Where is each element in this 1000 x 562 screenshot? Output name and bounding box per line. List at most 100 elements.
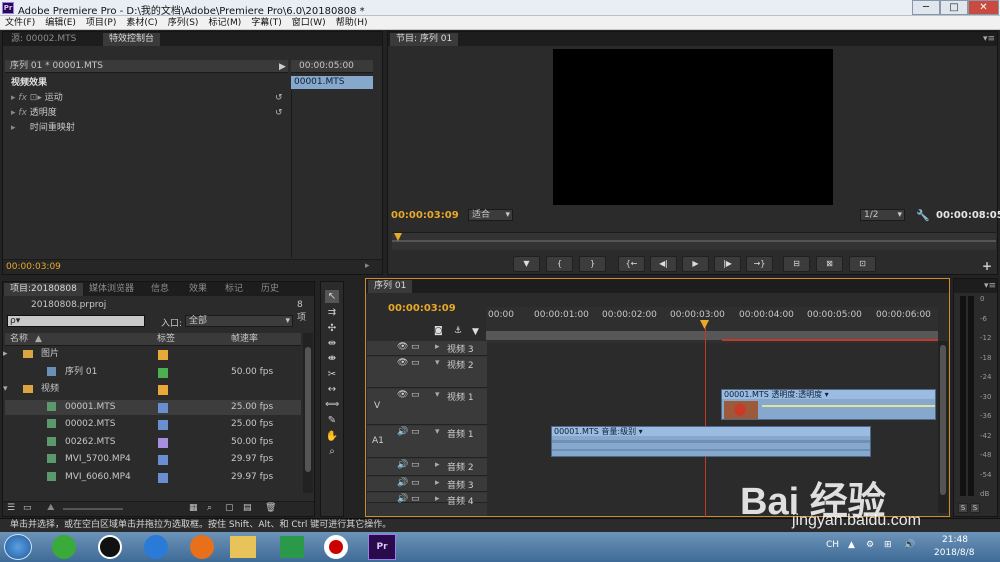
minimize-button[interactable]: ─	[912, 0, 940, 15]
column-fps[interactable]: 帧速率	[231, 333, 258, 346]
timeline-track[interactable]: 🔊 ▭ ▸ 音频 4	[367, 493, 487, 507]
go-to-out-button[interactable]: →}	[746, 256, 773, 272]
pen-tool-icon[interactable]: ✎	[325, 414, 339, 427]
solo-right-button[interactable]: S	[970, 503, 980, 513]
track-lock-icon[interactable]: ▭	[411, 427, 420, 437]
media-player-icon[interactable]	[144, 535, 168, 559]
tab-markers[interactable]: 标记	[219, 283, 249, 296]
timeline-track[interactable]: 🔊 ▭ ▸ 音频 3	[367, 477, 487, 492]
program-timecode[interactable]: 00:00:03:09	[391, 210, 459, 221]
lang-indicator[interactable]: CH	[826, 540, 839, 550]
project-item-row[interactable]: ▸ 图片	[3, 347, 301, 362]
timeline-track[interactable]: 🔊 ▭ ▸ 音频 2	[367, 459, 487, 476]
project-item-row[interactable]: ▾ 视频	[3, 382, 301, 397]
track-visibility-icon[interactable]: 🔊	[397, 478, 408, 488]
find-icon[interactable]: ⌕	[207, 503, 212, 513]
label-color-swatch[interactable]	[158, 420, 168, 430]
panel-menu-icon[interactable]: ▾≡	[984, 281, 996, 291]
project-item-row[interactable]: 00262.MTS 50.00 fps	[5, 435, 301, 450]
slide-tool-icon[interactable]: ⟺	[325, 398, 339, 411]
track-expand-icon[interactable]: ▸	[435, 342, 440, 352]
track-lock-icon[interactable]: ▭	[411, 460, 420, 470]
track-expand-icon[interactable]: ▸	[435, 478, 440, 488]
project-item-row[interactable]: 00002.MTS 25.00 fps	[5, 417, 301, 432]
firefox-icon[interactable]	[190, 535, 214, 559]
entry-dropdown[interactable]: 全部 ▾	[185, 315, 293, 327]
column-label[interactable]: 标签	[157, 333, 175, 346]
track-expand-icon[interactable]: ▾	[435, 427, 440, 437]
hand-tool-icon[interactable]: ✋	[325, 430, 339, 443]
resolution-dropdown[interactable]: 1/2 ▾	[860, 209, 905, 221]
timeline-track[interactable]: 👁 ▭ ▸ 视频 3	[367, 341, 487, 356]
track-visibility-icon[interactable]: 🔊	[397, 460, 408, 470]
app-360-icon[interactable]	[52, 535, 76, 559]
tab-history[interactable]: 历史	[255, 283, 285, 296]
audio-clip[interactable]: 00001.MTS 音量:级别 ▾	[551, 426, 871, 457]
solo-left-button[interactable]: S	[958, 503, 968, 513]
tab-media-browser[interactable]: 媒体浏览器	[83, 283, 140, 296]
scroll-right-icon[interactable]: ▸	[365, 261, 370, 271]
tray-expand-icon[interactable]: ▲	[848, 540, 855, 550]
zoom-slider[interactable]	[63, 508, 123, 510]
track-lock-icon[interactable]: ▭	[411, 342, 420, 352]
label-color-swatch[interactable]	[158, 402, 168, 413]
menu-title[interactable]: 字幕(T)	[246, 16, 287, 30]
tab-program[interactable]: 节目: 序列 01	[390, 33, 459, 46]
track-visibility-icon[interactable]: 🔊	[397, 427, 408, 437]
new-bin-icon[interactable]: ▢	[225, 503, 234, 513]
program-time-ruler[interactable]	[392, 232, 996, 250]
timeline-scrollbar[interactable]	[938, 341, 948, 513]
tab-effect-controls[interactable]: 特效控制台	[103, 33, 161, 46]
zoom-out-icon[interactable]: ⛰	[47, 503, 55, 513]
clock-date[interactable]: 2018/8/8	[934, 548, 974, 558]
track-lock-icon[interactable]: ▭	[411, 494, 420, 504]
wrench-icon[interactable]: 🔧	[916, 209, 930, 222]
file-explorer-icon[interactable]	[230, 536, 256, 558]
track-visibility-icon[interactable]: 👁	[397, 342, 408, 352]
play-button[interactable]: ▶	[682, 256, 709, 272]
app-green-icon[interactable]	[280, 536, 304, 558]
timeline-track[interactable]: 👁 ▭ ▾ 视频 2	[367, 357, 487, 388]
step-back-button[interactable]: ◀|	[650, 256, 677, 272]
track-visibility-icon[interactable]: 👁	[397, 390, 408, 400]
effect-time-remap-row[interactable]: ▸ 时间重映射	[11, 121, 75, 136]
tray-icon[interactable]: ⚙	[866, 540, 874, 550]
razor-tool-icon[interactable]: ✂	[325, 368, 339, 381]
add-marker-button[interactable]: ▼	[513, 256, 540, 272]
video-clip[interactable]: 00001.MTS 透明度:透明度 ▾	[721, 389, 936, 420]
project-item-row[interactable]: 序列 01 50.00 fps	[5, 365, 301, 380]
tab-sequence[interactable]: 序列 01	[368, 280, 413, 293]
tab-effects[interactable]: 效果	[183, 283, 213, 296]
add-button-icon[interactable]: +	[982, 259, 992, 273]
sort-icon[interactable]: ▲	[35, 333, 42, 346]
mark-in-button[interactable]: {	[546, 256, 573, 272]
tab-source[interactable]: 源: 00002.MTS	[5, 33, 82, 46]
network-icon[interactable]: ⊞	[884, 540, 892, 550]
track-visibility-icon[interactable]: 🔊	[397, 494, 408, 504]
slip-tool-icon[interactable]: ↔	[325, 383, 339, 396]
timeline-timecode[interactable]: 00:00:03:09	[388, 303, 456, 314]
track-expand-icon[interactable]: ▸	[435, 460, 440, 470]
label-color-swatch[interactable]	[158, 350, 168, 360]
reset-icon[interactable]: ↺	[275, 106, 283, 121]
automate-icon[interactable]: ▦	[189, 503, 198, 513]
column-name[interactable]: 名称	[10, 333, 28, 346]
go-to-in-button[interactable]: {←	[618, 256, 645, 272]
track-expand-icon[interactable]: ▾	[435, 390, 440, 400]
effect-motion-row[interactable]: ▸ fx ⊡▸ 运动 ↺	[11, 91, 289, 106]
premiere-taskbar-icon[interactable]: Pr	[368, 534, 396, 560]
export-frame-button[interactable]: ⊡	[849, 256, 876, 272]
project-scrollbar[interactable]	[303, 333, 313, 493]
track-lock-icon[interactable]: ▭	[411, 478, 420, 488]
effect-clip-bar[interactable]: 00001.MTS	[291, 76, 373, 89]
step-forward-button[interactable]: |▶	[714, 256, 741, 272]
timeline-track[interactable]: 👁 ▭ ▾ 视频 1	[367, 389, 487, 425]
selection-tool-icon[interactable]: ↖	[325, 290, 339, 303]
snap-icon[interactable]: ◙	[434, 326, 443, 336]
new-item-icon[interactable]: ▤	[243, 503, 252, 513]
ripple-edit-tool-icon[interactable]: ✣	[325, 322, 339, 335]
tab-info[interactable]: 信息	[145, 283, 175, 296]
label-color-swatch[interactable]	[158, 437, 168, 448]
play-only-icon[interactable]: ▶	[279, 62, 286, 72]
track-expand-icon[interactable]: ▸	[435, 494, 440, 504]
